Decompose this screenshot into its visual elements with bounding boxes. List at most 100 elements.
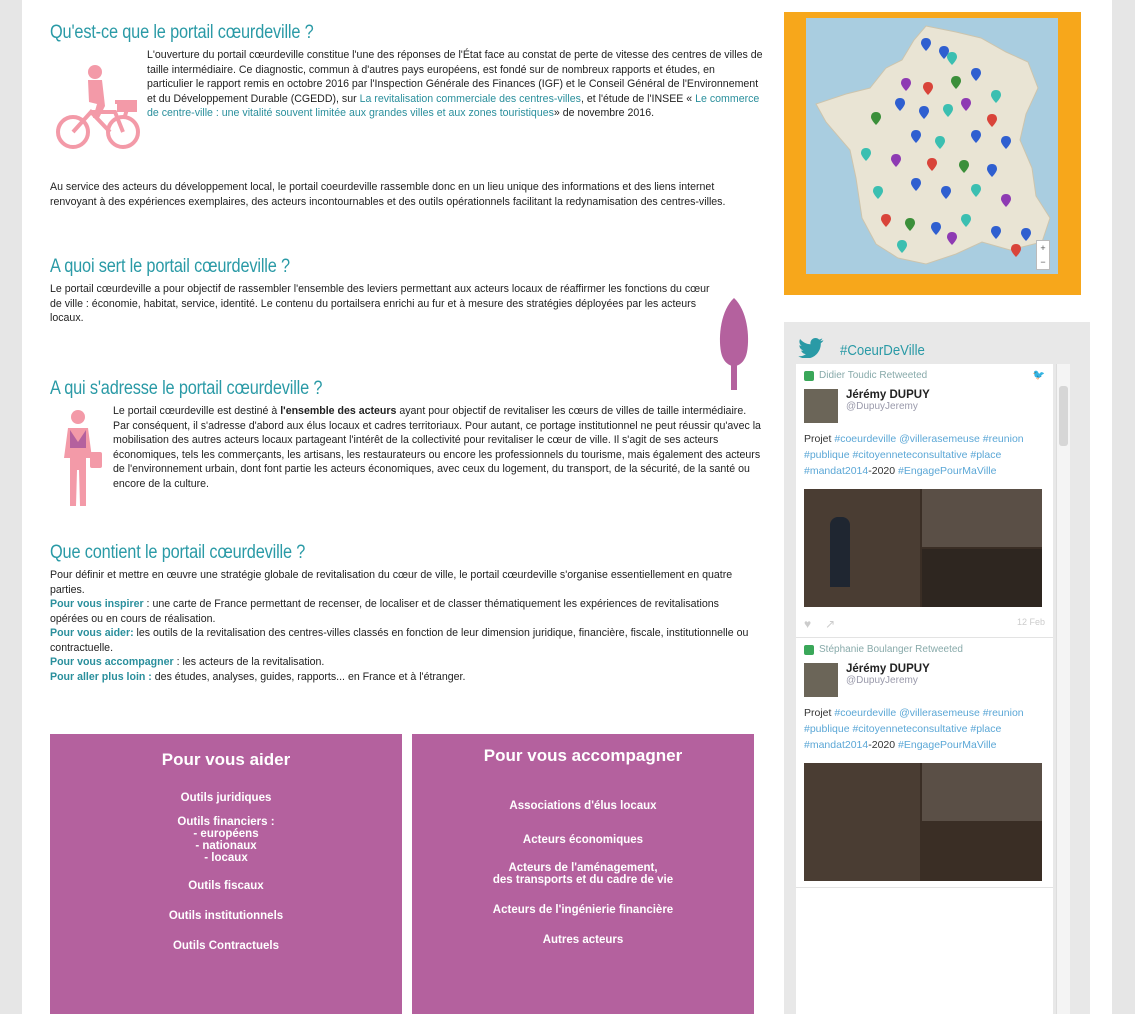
tweet-photo[interactable] [804, 763, 1042, 881]
retweet-icon [804, 644, 814, 655]
map-marker[interactable] [1011, 244, 1021, 257]
avatar[interactable] [804, 389, 838, 423]
retweeter: Stéphanie Boulanger Retweeted [819, 644, 963, 655]
twitter-hashtag[interactable]: #CoeurDeVille [840, 342, 925, 359]
map-marker[interactable] [1001, 136, 1011, 149]
map-frame: + − [784, 12, 1081, 295]
scrollbar-thumb[interactable] [1059, 386, 1068, 446]
contents-item-aider: Pour vous aider: les outils de la revita… [50, 627, 749, 654]
map-marker[interactable] [959, 160, 969, 173]
section-title-audience: A qui s'adresse le portail cœurdeville ? [50, 378, 323, 399]
map-marker[interactable] [991, 90, 1001, 103]
map-marker[interactable] [919, 106, 929, 119]
section-audience: A qui s'adresse le portail cœurdeville ?… [50, 378, 765, 534]
outils-juridiques-link[interactable]: Outils juridiques [50, 792, 402, 804]
map-marker[interactable] [1001, 194, 1011, 207]
tweet-timestamp[interactable]: 12 Feb [1017, 617, 1045, 631]
plus-loin-link[interactable]: Pour aller plus loin : [50, 671, 152, 683]
outils-financiers-link[interactable]: Outils financiers : [50, 816, 402, 828]
avatar[interactable] [804, 663, 838, 697]
map-zoom-control: + − [1036, 240, 1050, 270]
inspirer-link[interactable]: Pour vous inspirer [50, 598, 144, 610]
tweet-author-name[interactable]: Jérémy DUPUY [846, 389, 930, 401]
map-marker[interactable] [991, 226, 1001, 239]
map-marker[interactable] [1021, 228, 1031, 241]
financiers-europeens-link[interactable]: - européens [50, 828, 402, 840]
tweet[interactable]: Stéphanie Boulanger Retweeted Jérémy DUP… [796, 638, 1053, 888]
associations-elus-link[interactable]: Associations d'élus locaux [412, 800, 754, 812]
retweet-icon [804, 370, 814, 381]
twitter-widget: #CoeurDeVille Didier Toudic Retweeted 🐦 J… [784, 322, 1090, 1014]
box-aider-title[interactable]: Pour vous aider [50, 750, 402, 770]
tweet-feed[interactable]: Didier Toudic Retweeted 🐦 Jérémy DUPUY @Du… [796, 364, 1053, 1014]
map-marker[interactable] [871, 112, 881, 125]
map-markers[interactable] [806, 18, 1058, 274]
feed-scrollbar[interactable] [1056, 364, 1070, 1014]
box-pour-vous-accompagner: Pour vous accompagner Associations d'élu… [412, 734, 754, 1014]
map-marker[interactable] [987, 114, 997, 127]
map-marker[interactable] [971, 184, 981, 197]
map-marker[interactable] [927, 158, 937, 171]
tweet-author-name[interactable]: Jérémy DUPUY [846, 663, 930, 675]
map-marker[interactable] [951, 76, 961, 89]
map-marker[interactable] [961, 214, 971, 227]
france-map[interactable]: + − [806, 18, 1058, 274]
map-marker[interactable] [987, 164, 997, 177]
outils-contractuels-link[interactable]: Outils Contractuels [50, 940, 402, 952]
tweet-author-handle[interactable]: @DupuyJeremy [846, 401, 930, 412]
category-boxes: Pour vous aider Outils juridiques Outils… [50, 734, 760, 1014]
outils-fiscaux-link[interactable]: Outils fiscaux [50, 880, 402, 892]
tweet[interactable]: Didier Toudic Retweeted 🐦 Jérémy DUPUY @Du… [796, 364, 1053, 638]
zoom-out-button[interactable]: − [1037, 255, 1049, 269]
map-marker[interactable] [873, 186, 883, 199]
map-marker[interactable] [941, 186, 951, 199]
map-marker[interactable] [861, 148, 871, 161]
acteurs-ingenierie-link[interactable]: Acteurs de l'ingénierie financière [412, 904, 754, 916]
map-marker[interactable] [891, 154, 901, 167]
map-marker[interactable] [897, 240, 907, 253]
map-marker[interactable] [935, 136, 945, 149]
map-marker[interactable] [905, 218, 915, 231]
box-accompagner-title[interactable]: Pour vous accompagner [412, 746, 754, 766]
financiers-locaux-link[interactable]: - locaux [50, 852, 402, 864]
tweet-photo[interactable] [804, 489, 1042, 607]
acteurs-amenagement-link[interactable]: Acteurs de l'aménagement, [412, 862, 754, 874]
contents-item-inspirer: Pour vous inspirer : une carte de France… [50, 598, 719, 625]
tweet-author-handle[interactable]: @DupuyJeremy [846, 675, 930, 686]
revitalisation-link[interactable]: La revitalisation commerciale des centre… [360, 93, 581, 105]
section-title-purpose: A quoi sert le portail cœurdeville ? [50, 256, 290, 277]
accompagner-link[interactable]: Pour vous accompagner [50, 656, 174, 668]
section-purpose: A quoi sert le portail cœurdeville ? Le … [50, 256, 765, 390]
service-paragraph: Au service des acteurs du développement … [50, 181, 726, 208]
map-marker[interactable] [901, 78, 911, 91]
aider-link[interactable]: Pour vous aider: [50, 627, 134, 639]
map-marker[interactable] [911, 178, 921, 191]
contents-intro: Pour définir et mettre en œuvre une stra… [50, 569, 733, 596]
zoom-in-button[interactable]: + [1037, 241, 1049, 255]
section-title-what: Qu'est-ce que le portail cœurdeville ? [50, 22, 314, 43]
acteurs-economiques-link[interactable]: Acteurs économiques [412, 834, 754, 846]
map-marker[interactable] [943, 104, 953, 117]
map-marker[interactable] [971, 68, 981, 81]
map-marker[interactable] [931, 222, 941, 235]
autres-acteurs-link[interactable]: Autres acteurs [412, 934, 754, 946]
share-icon[interactable]: ↗ [825, 617, 835, 631]
map-marker[interactable] [921, 38, 931, 51]
map-marker[interactable] [881, 214, 891, 227]
twitter-bird-icon [798, 337, 824, 358]
acteurs-amenagement-link-line2[interactable]: des transports et du cadre de vie [412, 874, 754, 886]
tweet-body: Projet #coeurdeville @villerasemeuse #re… [804, 707, 1024, 751]
map-marker[interactable] [961, 98, 971, 111]
map-marker[interactable] [971, 130, 981, 143]
map-marker[interactable] [895, 98, 905, 111]
map-marker[interactable] [911, 130, 921, 143]
section-contents: Que contient le portail cœurdeville ? Po… [50, 542, 765, 684]
map-marker[interactable] [947, 232, 957, 245]
outils-institutionnels-link[interactable]: Outils institutionnels [50, 910, 402, 922]
like-icon[interactable]: ♥ [804, 617, 811, 631]
map-marker[interactable] [923, 82, 933, 95]
cyclist-icon [56, 65, 140, 149]
map-marker[interactable] [947, 52, 957, 65]
financiers-nationaux-link[interactable]: - nationaux [50, 840, 402, 852]
retweeter: Didier Toudic Retweeted [819, 370, 928, 381]
